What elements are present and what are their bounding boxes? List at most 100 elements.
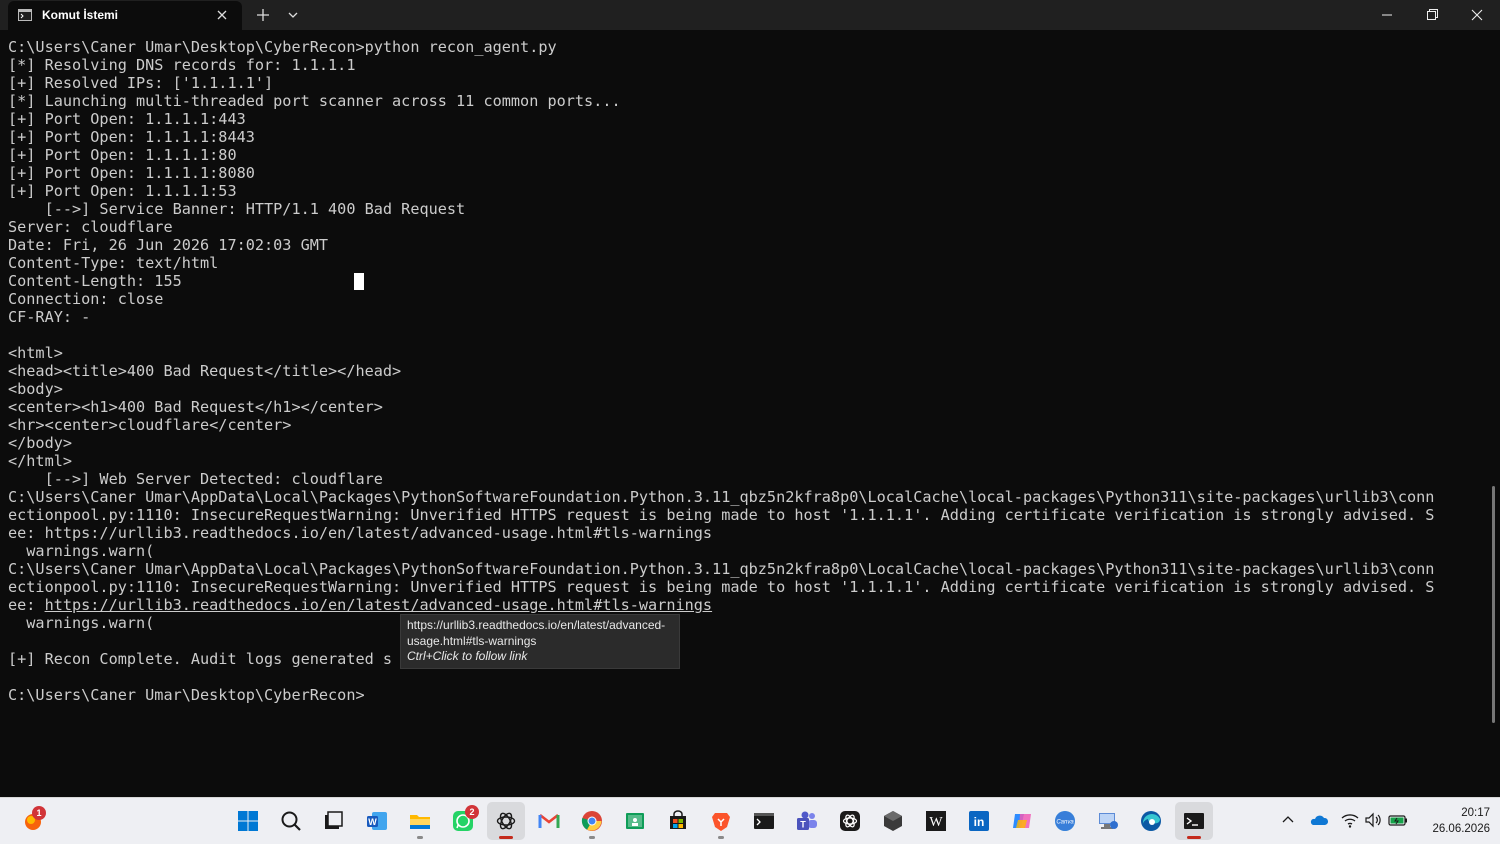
linkedin-app[interactable]: in	[960, 802, 998, 840]
terminal-line: [+] Port Open: 1.1.1.1:8080	[8, 164, 255, 182]
microsoft-store-app[interactable]	[659, 802, 697, 840]
terminal-line: Date: Fri, 26 Jun 2026 17:02:03 GMT	[8, 236, 329, 254]
taskbar: 1 W 2 T W in Canva 20:17 26.06.2026	[0, 797, 1500, 844]
close-tab-icon[interactable]	[214, 7, 230, 23]
terminal-output[interactable]: C:\Users\Caner Umar\Desktop\CyberRecon>p…	[0, 38, 1488, 796]
terminal-prompt[interactable]: C:\Users\Caner Umar\Desktop\CyberRecon>	[8, 686, 1488, 704]
chatgpt-app-icon	[840, 811, 860, 831]
terminal-line: warnings.warn(	[8, 542, 155, 560]
tab-command-prompt[interactable]: Komut İstemi	[8, 1, 242, 30]
tab-title: Komut İstemi	[42, 8, 119, 22]
chatgpt-browser-app[interactable]	[487, 802, 525, 840]
terminal-line: <html>	[8, 344, 63, 362]
svg-text:W: W	[368, 817, 377, 827]
battery-icon[interactable]	[1388, 810, 1408, 830]
remote-desktop-icon	[1099, 813, 1118, 829]
terminal-line: warnings.warn(	[8, 614, 155, 632]
hovered-url-link[interactable]: https://urllib3.readthedocs.io/en/latest…	[45, 596, 713, 614]
terminal-line: ectionpool.py:1110: InsecureRequestWarni…	[8, 578, 1435, 596]
terminal-line-with-link: ee: https://urllib3.readthedocs.io/en/la…	[8, 596, 1488, 614]
terminal-app[interactable]	[745, 802, 783, 840]
chevron-up-icon[interactable]	[1278, 810, 1298, 830]
linkedin-icon: in	[969, 811, 989, 831]
terminal-line: [+] Port Open: 1.1.1.1:80	[8, 146, 237, 164]
terminal-line: C:\Users\Caner Umar\Desktop\CyberRecon>p…	[8, 38, 557, 56]
terminal-app-icon	[754, 813, 774, 829]
tooltip-hint: Ctrl+Click to follow link	[407, 649, 528, 663]
task-view-icon	[325, 811, 343, 829]
search-icon	[281, 811, 301, 831]
wikipedia-letter: W	[929, 815, 943, 830]
close-window-icon[interactable]	[1454, 0, 1500, 30]
volume-icon[interactable]	[1363, 810, 1383, 830]
system-clock[interactable]: 20:17 26.06.2026	[1420, 805, 1490, 837]
terminal-line: Server: cloudflare	[8, 218, 173, 236]
terminal-line: </html>	[8, 452, 73, 470]
scrollbar-thumb[interactable]	[1492, 486, 1495, 723]
obsidian-icon	[884, 811, 902, 831]
terminal-line: <hr><center>cloudflare</center>	[8, 416, 292, 434]
terminal-line: [+] Resolved IPs: ['1.1.1.1']	[8, 74, 274, 92]
chatgpt-desktop-app[interactable]	[831, 802, 869, 840]
terminal-line: <head><title>400 Bad Request</title></he…	[8, 362, 402, 380]
copilot-icon	[1013, 814, 1031, 828]
terminal-line: [*] Resolving DNS records for: 1.1.1.1	[8, 56, 356, 74]
store-icon	[670, 810, 686, 829]
tooltip-url-line1: https://urllib3.readthedocs.io/en/latest…	[407, 618, 666, 632]
word-app[interactable]: W	[358, 802, 396, 840]
widgets-button[interactable]: 1	[14, 802, 52, 840]
search-button[interactable]	[272, 802, 310, 840]
chrome-icon	[581, 811, 602, 831]
copilot-app[interactable]	[1003, 802, 1041, 840]
word-icon: W	[367, 812, 387, 830]
tooltip-url-line2: usage.html#tls-warnings	[407, 633, 537, 648]
edge-app[interactable]	[1132, 802, 1170, 840]
running-indicator	[589, 836, 595, 839]
restore-icon[interactable]	[1409, 0, 1455, 30]
wikipedia-icon: W	[926, 811, 946, 831]
gmail-app[interactable]	[530, 802, 568, 840]
terminal-line: [+] Port Open: 1.1.1.1:53	[8, 182, 237, 200]
onedrive-icon[interactable]	[1309, 810, 1329, 830]
command-prompt-app[interactable]	[1175, 802, 1213, 840]
plus-icon[interactable]	[253, 5, 273, 25]
task-view-button[interactable]	[314, 802, 352, 840]
whatsapp-badge: 2	[465, 805, 479, 819]
title-bar: Komut İstemi	[0, 0, 1500, 30]
terminal-line: ectionpool.py:1110: InsecureRequestWarni…	[8, 506, 1435, 524]
text-cursor	[354, 273, 364, 290]
file-explorer-icon	[410, 815, 430, 829]
running-indicator	[417, 836, 423, 839]
brave-app[interactable]	[702, 802, 740, 840]
active-indicator	[499, 836, 513, 839]
active-indicator	[1187, 836, 1201, 839]
terminal-icon	[18, 9, 32, 21]
running-indicator	[718, 836, 724, 839]
wikipedia-app[interactable]: W	[917, 802, 955, 840]
minimize-icon[interactable]	[1364, 0, 1410, 30]
terminal-line: Connection: close	[8, 290, 164, 308]
terminal-line: CF-RAY: -	[8, 308, 91, 326]
whatsapp-app[interactable]: 2	[444, 802, 482, 840]
wifi-icon[interactable]	[1340, 810, 1360, 830]
classroom-app[interactable]	[616, 802, 654, 840]
canva-icon: Canva	[1055, 811, 1075, 831]
chevron-down-icon[interactable]	[283, 5, 303, 25]
terminal-line: [-->] Web Server Detected: cloudflare	[8, 470, 383, 488]
chrome-app[interactable]	[573, 802, 611, 840]
obsidian-app[interactable]	[874, 802, 912, 840]
file-explorer-app[interactable]	[401, 802, 439, 840]
terminal-line: <body>	[8, 380, 63, 398]
canva-app[interactable]: Canva	[1046, 802, 1084, 840]
teams-app[interactable]: T	[788, 802, 826, 840]
command-prompt-icon	[1184, 813, 1204, 829]
terminal-line-prefix: ee:	[8, 596, 45, 614]
svg-text:T: T	[800, 820, 806, 830]
remote-desktop-app[interactable]	[1089, 802, 1127, 840]
start-button[interactable]	[229, 802, 267, 840]
terminal-line: [+] Port Open: 1.1.1.1:443	[8, 110, 246, 128]
start-icon	[238, 811, 258, 831]
